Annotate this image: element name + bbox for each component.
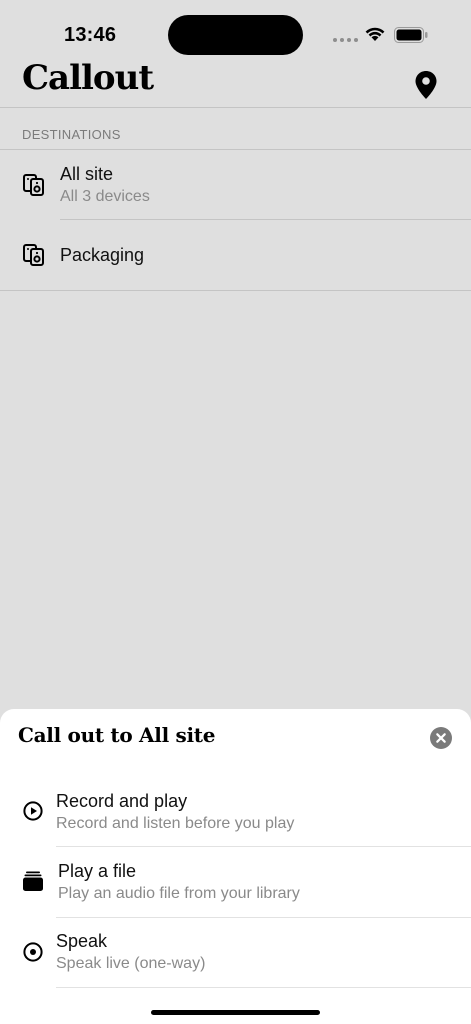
option-title: Play a file: [58, 861, 137, 881]
option-subtitle: Play an audio file from your library: [58, 885, 300, 902]
signal-icon: [333, 37, 359, 43]
close-button[interactable]: [430, 727, 452, 749]
divider: [56, 987, 471, 988]
destination-title: All site: [60, 164, 114, 184]
destination-row-packaging[interactable]: Packaging: [0, 220, 471, 290]
option-title: Record and play: [56, 791, 188, 811]
destination-row-all-site[interactable]: All site All 3 devices: [0, 150, 471, 219]
battery-icon: [394, 27, 428, 43]
speakers-icon: [23, 174, 44, 196]
home-indicator[interactable]: [151, 1010, 320, 1015]
header-divider: [0, 107, 471, 108]
destination-subtitle: All 3 devices: [60, 188, 150, 205]
close-icon: [436, 733, 446, 743]
page-title: Callout: [22, 58, 154, 98]
dynamic-island: [168, 15, 303, 55]
wifi-icon: [365, 27, 385, 41]
sheet-title: Call out to All site: [18, 723, 216, 747]
destination-title: Packaging: [60, 245, 145, 265]
section-header-destinations: DESTINATIONS: [22, 127, 121, 142]
location-pin-icon[interactable]: [414, 70, 438, 100]
callout-sheet: Call out to All site Record and play Rec…: [0, 709, 471, 1024]
divider: [0, 290, 471, 291]
option-subtitle: Speak live (one-way): [56, 955, 206, 972]
option-title: Speak: [56, 931, 108, 951]
status-bar: 13:46: [0, 0, 471, 60]
option-speak[interactable]: Speak Speak live (one-way): [0, 918, 471, 988]
option-play-a-file[interactable]: Play a file Play an audio file from your…: [0, 847, 471, 917]
play-circle-icon: [23, 801, 43, 821]
option-subtitle: Record and listen before you play: [56, 815, 295, 832]
status-time: 13:46: [64, 24, 117, 46]
speakers-icon: [23, 244, 44, 266]
option-record-and-play[interactable]: Record and play Record and listen before…: [0, 779, 471, 845]
record-circle-icon: [23, 942, 43, 962]
stack-icon: [23, 871, 43, 891]
